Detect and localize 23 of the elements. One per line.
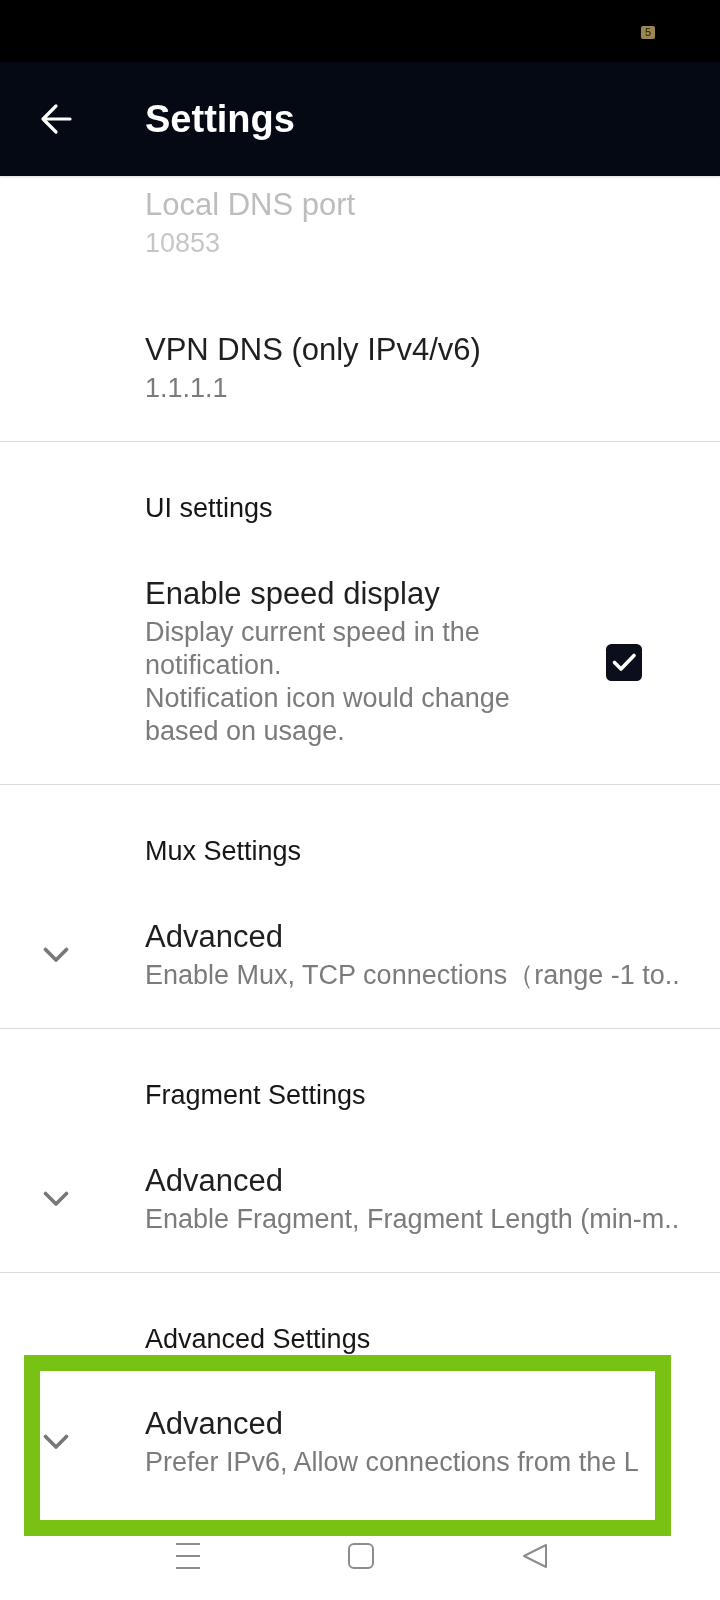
setting-title: VPN DNS (only IPv4/v6) <box>145 332 481 368</box>
setting-title: Advanced <box>145 919 283 955</box>
setting-title: Advanced <box>145 1163 283 1199</box>
setting-summary: Enable Mux, TCP connections（range -1 to.. <box>145 959 680 992</box>
section-header: UI settings <box>145 492 273 524</box>
setting-summary: Enable Fragment, Fragment Length (min-m.. <box>145 1203 680 1236</box>
setting-title: Local DNS port <box>145 187 356 223</box>
notification-count: 5 <box>640 26 655 39</box>
setting-summary: Prefer IPv6, Allow connections from the L <box>145 1446 639 1479</box>
setting-title: Advanced <box>145 1406 283 1442</box>
home-square-icon[interactable] <box>348 1543 374 1569</box>
setting-summary: Display current speed in the notification. Notification icon would change based on usage. <box>145 616 511 748</box>
section-header: Mux Settings <box>145 835 302 867</box>
checkbox[interactable] <box>606 643 642 681</box>
screen-title: Settings <box>145 97 295 141</box>
setting-summary: 1.1.1.1 <box>145 372 228 405</box>
section-header: Fragment Settings <box>145 1079 366 1111</box>
setting-summary: 10853 <box>145 227 221 260</box>
back-icon[interactable] <box>522 1543 548 1569</box>
section-header: Advanced Settings <box>145 1323 371 1355</box>
back-arrow-icon[interactable] <box>40 103 72 135</box>
menu-icon[interactable] <box>176 1543 200 1569</box>
setting-title: Enable speed display <box>145 576 440 612</box>
